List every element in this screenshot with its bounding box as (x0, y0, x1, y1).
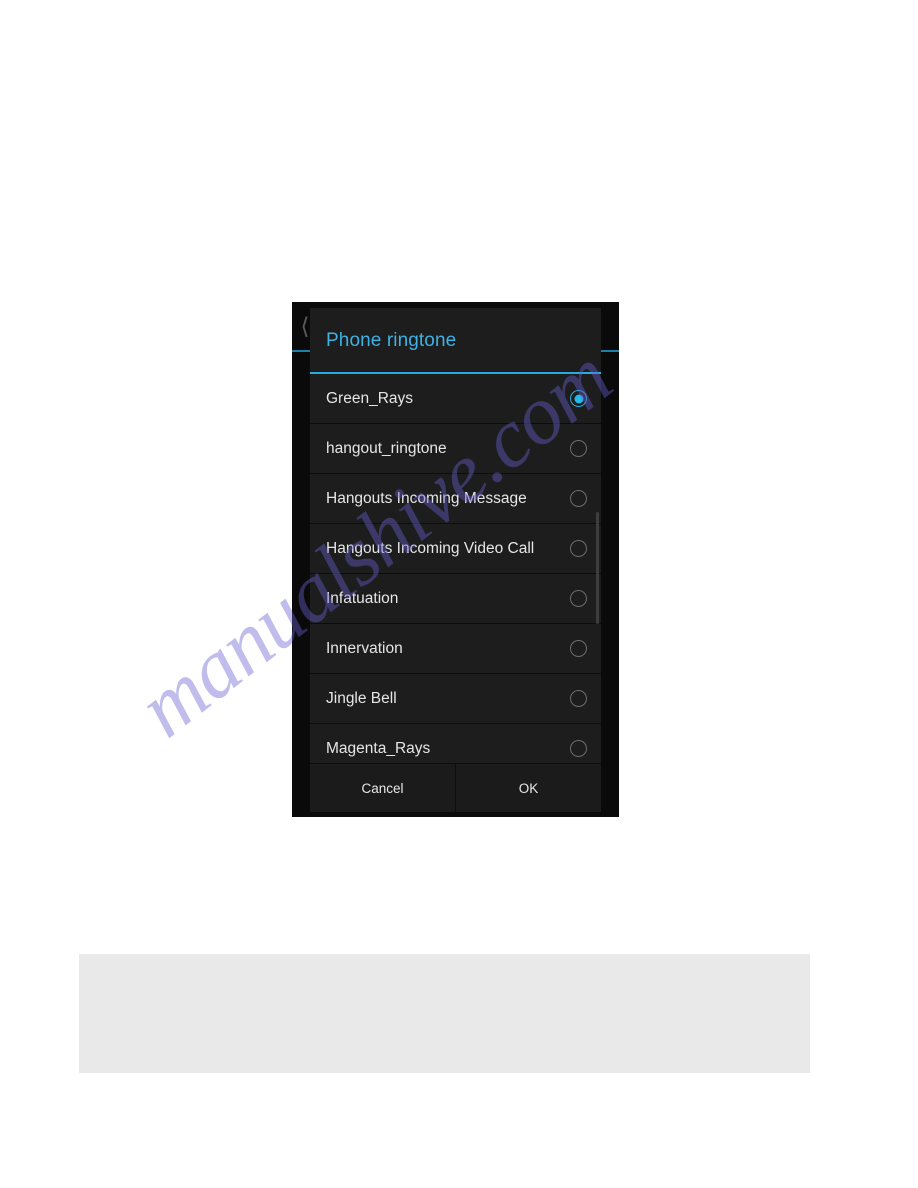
list-item-label: hangout_ringtone (326, 440, 447, 457)
radio-button-icon[interactable] (570, 540, 587, 557)
dialog-button-bar: Cancel OK (310, 763, 601, 812)
list-item[interactable]: Infatuation (310, 574, 601, 624)
radio-button-icon[interactable] (570, 690, 587, 707)
list-item[interactable]: Hangouts Incoming Message (310, 474, 601, 524)
list-scrollbar[interactable] (596, 512, 599, 624)
radio-button-icon[interactable] (570, 490, 587, 507)
list-item[interactable]: hangout_ringtone (310, 424, 601, 474)
list-item[interactable]: Jingle Bell (310, 674, 601, 724)
radio-button-icon[interactable] (570, 740, 587, 757)
page-canvas: ⟨ Phone ringtone Green_Rays hangout_ring… (0, 0, 918, 1188)
dialog-title: Phone ringtone (326, 330, 457, 351)
list-item-label: Hangouts Incoming Video Call (326, 540, 535, 557)
radio-button-icon[interactable] (570, 640, 587, 657)
radio-button-icon[interactable] (570, 390, 587, 407)
list-item-label: Innervation (326, 640, 403, 657)
list-item-label: Green_Rays (326, 390, 414, 407)
cancel-button[interactable]: Cancel (310, 764, 456, 812)
ok-button[interactable]: OK (456, 764, 601, 812)
phone-screenshot-frame: ⟨ Phone ringtone Green_Rays hangout_ring… (292, 302, 619, 817)
radio-button-icon[interactable] (570, 440, 587, 457)
list-item-label: Infatuation (326, 590, 399, 607)
list-item[interactable]: Hangouts Incoming Video Call (310, 524, 601, 574)
list-item[interactable]: Green_Rays (310, 374, 601, 424)
radio-button-icon[interactable] (570, 590, 587, 607)
list-item-label: Magenta_Rays (326, 740, 431, 757)
gray-content-box (79, 954, 810, 1073)
list-item-label: Jingle Bell (326, 690, 397, 707)
dialog-header: Phone ringtone (310, 308, 601, 374)
list-item[interactable]: Magenta_Rays (310, 724, 601, 763)
list-item-label: Hangouts Incoming Message (326, 490, 527, 507)
phone-ringtone-dialog: Phone ringtone Green_Rays hangout_ringto… (310, 308, 601, 812)
list-item[interactable]: Innervation (310, 624, 601, 674)
ringtone-list[interactable]: Green_Rays hangout_ringtone Hangouts Inc… (310, 374, 601, 763)
